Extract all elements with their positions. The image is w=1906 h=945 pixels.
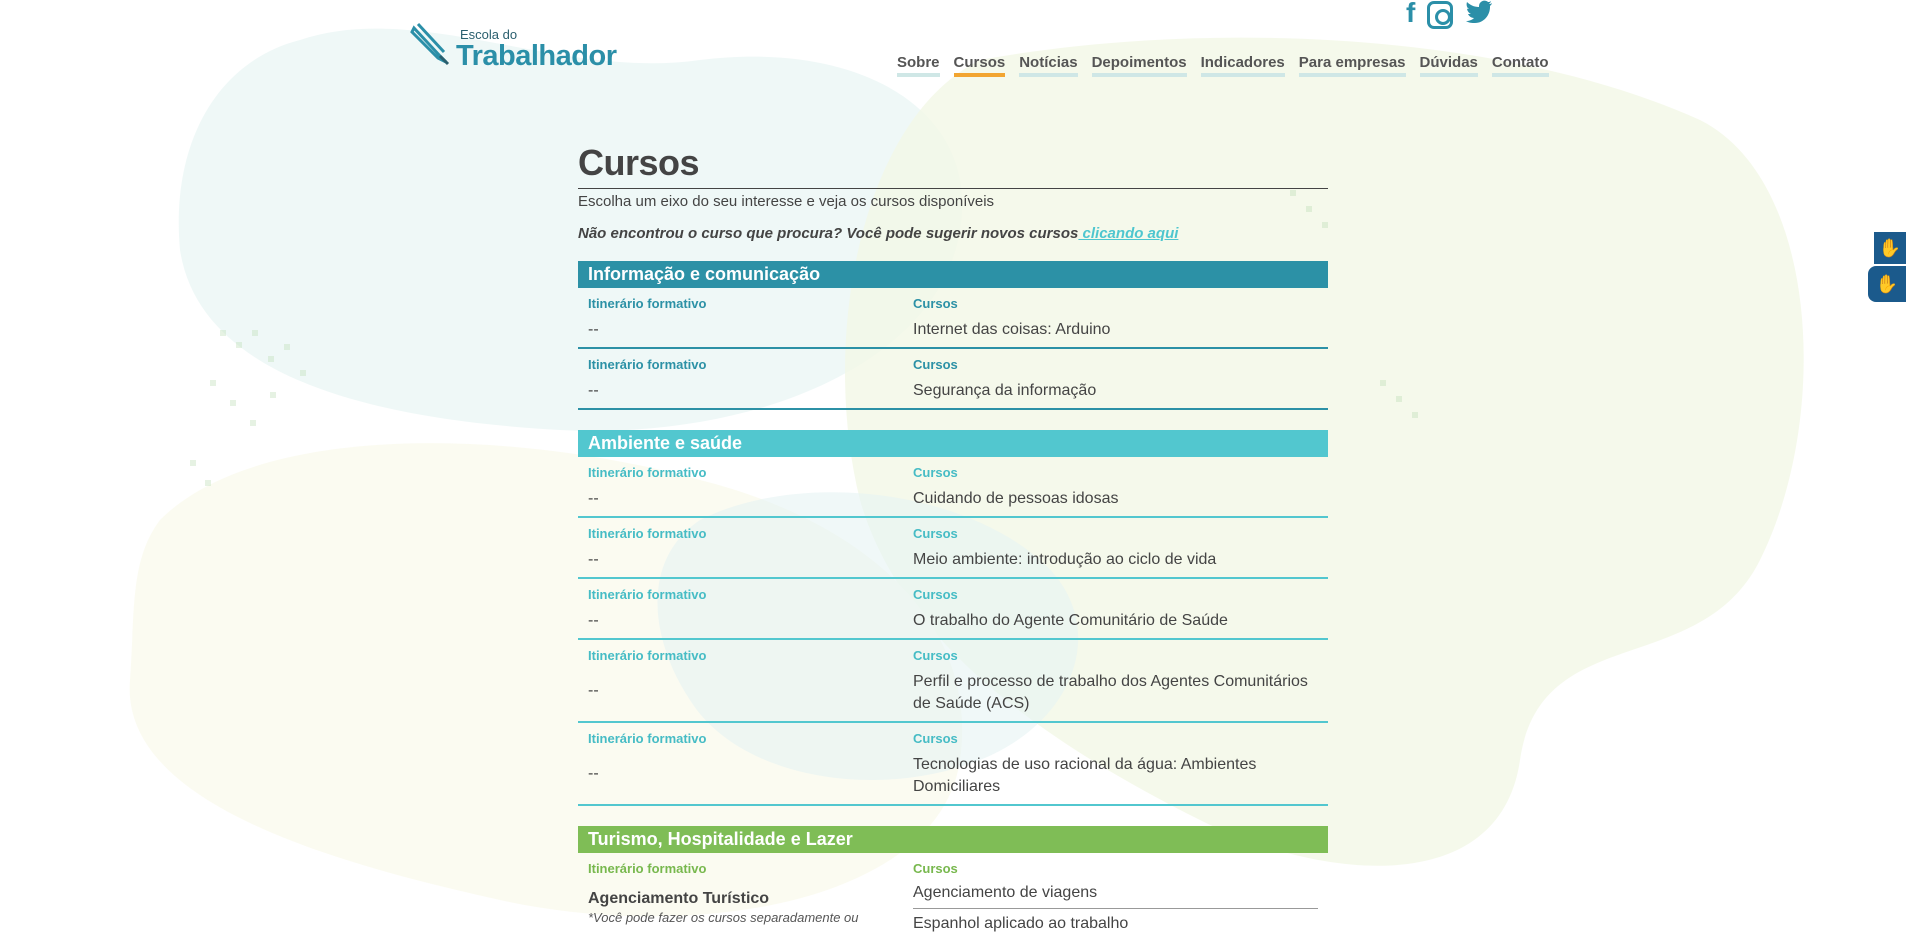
itinerary-label: Itinerário formativo	[588, 296, 707, 311]
course-link[interactable]: Meio ambiente: introdução ao ciclo de vi…	[913, 549, 1318, 571]
itinerary-value: --	[588, 321, 599, 338]
instagram-icon[interactable]	[1427, 1, 1454, 29]
itinerary-value: --	[588, 551, 599, 568]
group-title[interactable]: Informação e comunicação	[578, 261, 1328, 288]
course-link[interactable]: Internet das coisas: Arduino	[913, 319, 1318, 341]
nav-cursos[interactable]: Cursos	[953, 54, 1006, 77]
itinerary-value: --	[588, 612, 599, 629]
group-title[interactable]: Ambiente e saúde	[578, 430, 1328, 457]
nav-duvidas[interactable]: Dúvidas	[1419, 54, 1478, 77]
course-group-turismo: Turismo, Hospitalidade e Lazer Itinerári…	[578, 826, 1328, 945]
page-subtitle: Escolha um eixo do seu interesse e veja …	[578, 193, 995, 210]
site-logo[interactable]: Escola do Trabalhador	[410, 22, 617, 71]
itinerary-label: Itinerário formativo	[588, 861, 707, 876]
courses-label: Cursos	[913, 731, 958, 746]
courses-label: Cursos	[913, 526, 958, 541]
itinerary-label: Itinerário formativo	[588, 587, 707, 602]
course-link[interactable]: Cuidando de pessoas idosas	[913, 488, 1318, 510]
course-link[interactable]: O trabalho do Agente Comunitário de Saúd…	[913, 610, 1318, 632]
course-row: Itinerário formativo -- Cursos Internet da…	[578, 288, 1328, 349]
course-row: Itinerário formativo -- Cursos O trabalho …	[578, 579, 1328, 640]
nav-depoimentos[interactable]: Depoimentos	[1091, 54, 1187, 77]
courses-label: Cursos	[913, 587, 958, 602]
course-row: Itinerário formativo -- Cursos Cuidando de…	[578, 457, 1328, 518]
courses-label: Cursos	[913, 648, 958, 663]
suggest-course-text: Não encontrou o curso que procura? Você …	[578, 225, 1328, 242]
itinerary-value: --	[588, 490, 599, 507]
courses-label: Cursos	[913, 861, 958, 876]
group-title[interactable]: Turismo, Hospitalidade e Lazer	[578, 826, 1328, 853]
course-row: Itinerário formativo -- Cursos Segurança d…	[578, 349, 1328, 410]
courses-label: Cursos	[913, 296, 958, 311]
suggest-text: Não encontrou o curso que procura? Você …	[578, 225, 1079, 242]
course-group-informacao: Informação e comunicação Itinerário form…	[578, 261, 1328, 410]
course-link[interactable]: Segurança da informação	[913, 380, 1318, 402]
course-link[interactable]: Agenciamento de viagens	[913, 884, 1318, 909]
nav-indicadores[interactable]: Indicadores	[1200, 54, 1285, 77]
suggest-course-link[interactable]: clicando aqui	[1078, 225, 1179, 242]
courses-label: Cursos	[913, 465, 958, 480]
main-content: Cursos Escolha um eixo do seu interesse …	[578, 140, 1328, 945]
course-row: Itinerário formativo -- Cursos Tecnologias…	[578, 723, 1328, 806]
pencil-logo-icon	[410, 22, 450, 66]
main-nav: Sobre Cursos Notícias Depoimentos Indica…	[897, 54, 1563, 77]
course-link[interactable]: Perfil e processo de trabalho dos Agente…	[913, 671, 1318, 715]
page-title: Cursos	[578, 140, 1328, 189]
facebook-icon[interactable]: f	[1406, 0, 1415, 28]
itinerary-value: --	[588, 765, 599, 782]
sign-language-icon[interactable]: ✋	[1874, 232, 1906, 264]
course-row: Itinerário formativo -- Cursos Meio ambien…	[578, 518, 1328, 579]
itinerary-label: Itinerário formativo	[588, 526, 707, 541]
course-link[interactable]: Tecnologias de uso racional da água: Amb…	[913, 754, 1318, 798]
social-links: f	[1406, 0, 1493, 29]
nav-contato[interactable]: Contato	[1491, 54, 1549, 77]
course-row: Itinerário formativo Agenciamento Turíst…	[578, 853, 1328, 945]
itinerary-value: --	[588, 382, 599, 399]
itinerary-label: Itinerário formativo	[588, 648, 707, 663]
itinerary-label: Itinerário formativo	[588, 465, 707, 480]
itinerary-title[interactable]: Agenciamento Turístico	[588, 890, 893, 908]
nav-para-empresas[interactable]: Para empresas	[1298, 54, 1406, 77]
itinerary-label: Itinerário formativo	[588, 357, 707, 372]
itinerary-label: Itinerário formativo	[588, 731, 707, 746]
logo-big-text: Trabalhador	[456, 40, 617, 72]
nav-noticias[interactable]: Notícias	[1019, 54, 1078, 77]
itinerary-note: *Você pode fazer os cursos separadamente…	[588, 910, 859, 925]
nav-sobre[interactable]: Sobre	[897, 54, 940, 77]
twitter-icon[interactable]	[1465, 0, 1493, 24]
itinerary-value: --	[588, 682, 599, 699]
course-row: Itinerário formativo -- Cursos Perfil e pr…	[578, 640, 1328, 723]
courses-label: Cursos	[913, 357, 958, 372]
course-link[interactable]: Espanhol aplicado ao trabalho	[913, 915, 1318, 939]
sign-language-icon[interactable]: ✋	[1868, 266, 1906, 302]
course-group-ambiente: Ambiente e saúde Itinerário formativo -- …	[578, 430, 1328, 806]
